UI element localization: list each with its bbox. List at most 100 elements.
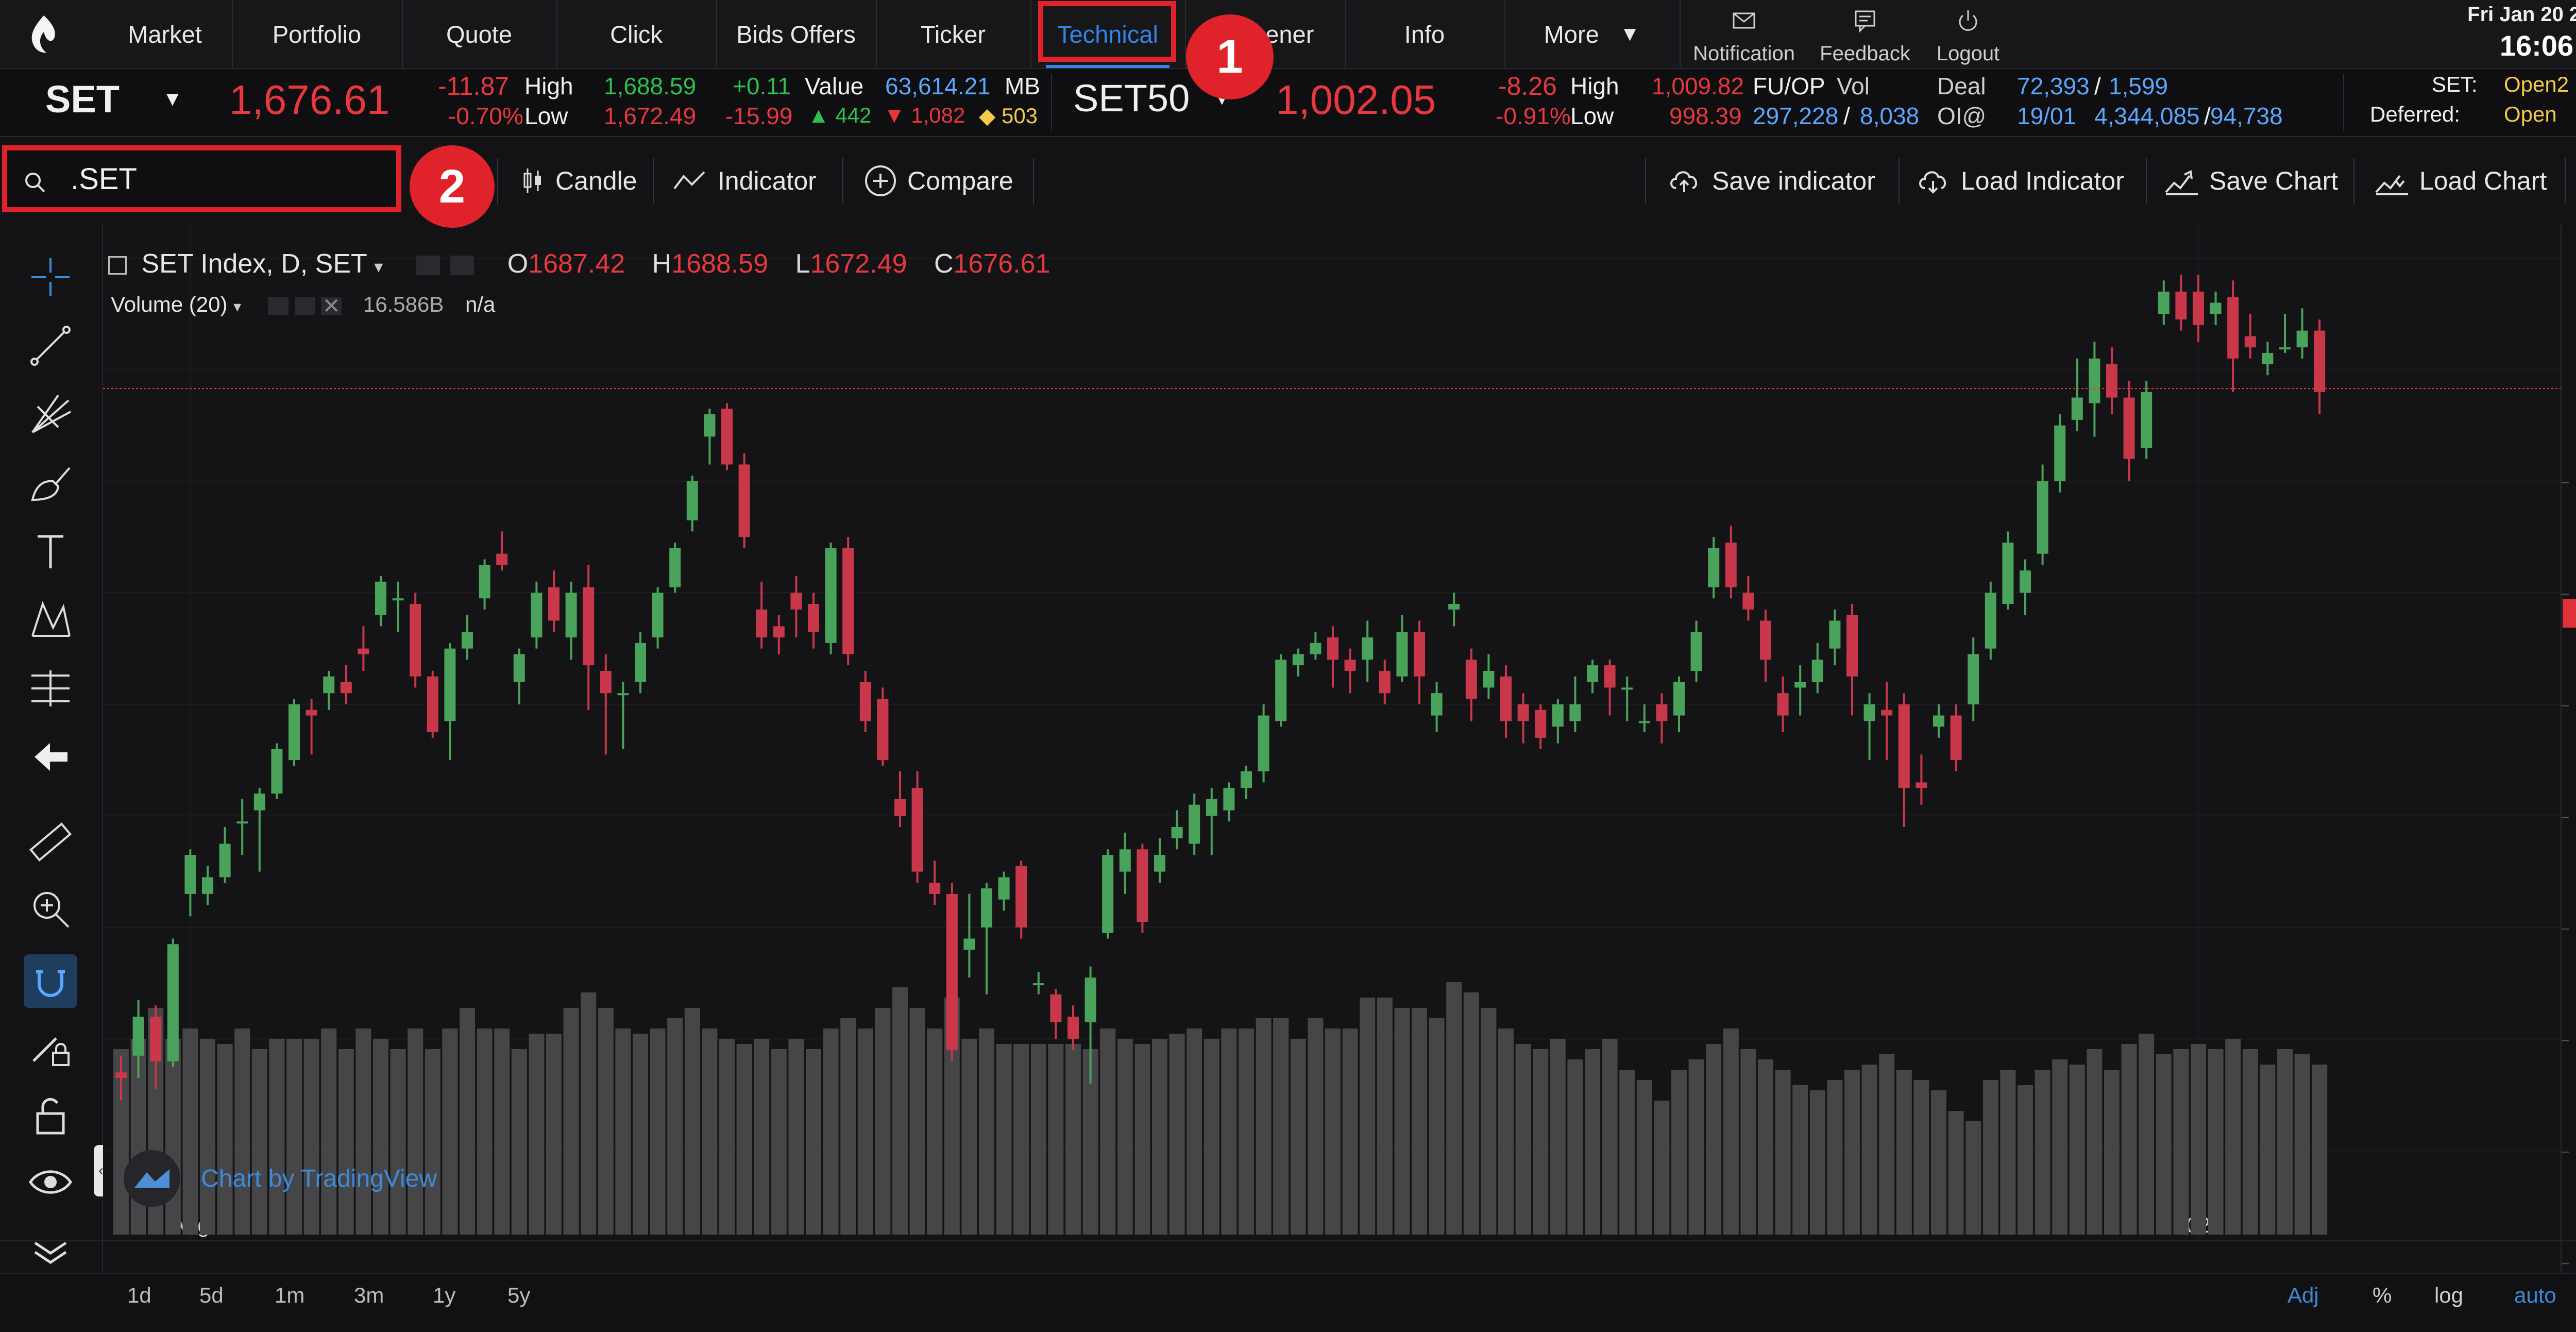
- trendline-tool[interactable]: [24, 319, 77, 373]
- fib-tool[interactable]: [24, 387, 77, 441]
- brush-tool[interactable]: [24, 456, 77, 510]
- volume-bar: [1706, 1044, 1722, 1235]
- candle-body: [184, 855, 196, 894]
- symbol-set[interactable]: SET: [45, 77, 120, 121]
- volume-bar: [1030, 1044, 1046, 1235]
- tab-click[interactable]: Click: [556, 0, 717, 68]
- eye-icon: [28, 1170, 73, 1194]
- price-chart[interactable]: Aug2023: [103, 225, 2561, 1240]
- pattern-tool[interactable]: [24, 593, 77, 647]
- tab-ticker[interactable]: Ticker: [876, 0, 1031, 68]
- auto-toggle[interactable]: auto: [2514, 1283, 2556, 1308]
- tab-market[interactable]: Market: [98, 0, 233, 68]
- text-tool[interactable]: [24, 525, 77, 578]
- set-low: 1,672.49: [604, 103, 697, 129]
- timeframe-1d[interactable]: 1d: [127, 1283, 151, 1308]
- load-chart-button[interactable]: Load Chart: [2374, 137, 2547, 225]
- tab-portfolio[interactable]: Portfolio: [232, 0, 403, 68]
- candle-body: [600, 670, 612, 694]
- save-indicator-button[interactable]: Save indicator: [1667, 137, 1875, 225]
- chart-area[interactable]: Aug2023: [103, 225, 2561, 1240]
- candle-body: [115, 1072, 127, 1078]
- tab-bids-offers[interactable]: Bids Offers: [716, 0, 877, 68]
- candle-body: [1483, 670, 1495, 688]
- volume-eye-icon[interactable]: [267, 297, 289, 315]
- volume-bar: [2191, 1044, 2206, 1235]
- indicator-button[interactable]: Indicator: [672, 137, 817, 225]
- quote-divider: [1051, 74, 1052, 131]
- volume-bar: [1809, 1090, 1825, 1235]
- tab-quote[interactable]: Quote: [402, 0, 557, 68]
- save-chart-button[interactable]: Save Chart: [2164, 137, 2338, 225]
- candle-body: [911, 788, 923, 872]
- tradingview-watermark[interactable]: Chart by TradingView: [124, 1150, 437, 1207]
- zoom-tool[interactable]: [24, 882, 77, 936]
- crosshair-tool[interactable]: [24, 250, 77, 304]
- set-change-pct: -0.70%: [448, 103, 523, 129]
- compare-button[interactable]: Compare: [863, 137, 1013, 225]
- eye-toggle-icon[interactable]: [416, 256, 440, 276]
- timeframe-3m[interactable]: 3m: [354, 1283, 384, 1308]
- candle-body: [2314, 330, 2326, 392]
- candle-body: [756, 609, 768, 637]
- settings-toggle-icon[interactable]: [450, 256, 474, 276]
- timeframe-1y[interactable]: 1y: [433, 1283, 455, 1308]
- collapse-tools[interactable]: [24, 1224, 77, 1278]
- volume-bar: [857, 1028, 873, 1235]
- visibility-tool[interactable]: [24, 1155, 77, 1209]
- load-indicator-button[interactable]: Load Indicator: [1916, 137, 2124, 225]
- symbol-set50[interactable]: SET50: [1073, 76, 1190, 120]
- lock-drawings-tool[interactable]: [24, 1021, 77, 1075]
- adj-toggle[interactable]: Adj: [2287, 1283, 2319, 1308]
- candle-body: [1690, 632, 1702, 671]
- candle-body: [686, 481, 698, 520]
- volume-bar: [1827, 1080, 1843, 1235]
- measure-tool[interactable]: [24, 662, 77, 715]
- volume-close-icon[interactable]: ✕: [321, 295, 342, 316]
- price-axis[interactable]: 1540.001560.001580.001600.001620.001640.…: [2561, 225, 2576, 1280]
- volume-bar: [2208, 1049, 2224, 1235]
- volume-bar: [1360, 998, 1376, 1235]
- series-title[interactable]: SET Index, D, SET: [141, 249, 366, 279]
- candle-body: [1241, 771, 1252, 788]
- ruler-tool[interactable]: [24, 815, 77, 869]
- volume-na: n/a: [465, 292, 496, 316]
- volume-title[interactable]: Volume (20): [111, 292, 227, 316]
- series-dropdown-icon[interactable]: ▾: [374, 257, 383, 277]
- volume-bar: [442, 1028, 458, 1235]
- app-logo[interactable]: [21, 11, 67, 58]
- deal-a: 72,393: [2017, 73, 2090, 99]
- candle-body: [1760, 620, 1771, 660]
- candle-body: [652, 593, 664, 637]
- candle-body: [565, 593, 577, 637]
- candle-body: [2158, 291, 2170, 314]
- tab-more[interactable]: More ▼: [1504, 0, 1681, 68]
- timeframe-5y[interactable]: 5y: [507, 1283, 530, 1308]
- legend-collapse-icon[interactable]: [108, 256, 127, 275]
- volume-bar: [2104, 1070, 2120, 1235]
- back-tool[interactable]: [24, 730, 77, 784]
- tab-info[interactable]: Info: [1345, 0, 1505, 68]
- volume-bar: [1931, 1090, 1946, 1235]
- volume-dropdown-icon[interactable]: ▾: [233, 298, 241, 315]
- candle-button[interactable]: Candle: [520, 137, 637, 225]
- volume-bar: [581, 992, 597, 1235]
- notification-button[interactable]: Notification: [1693, 6, 1795, 65]
- timeframe-5d[interactable]: 5d: [199, 1283, 224, 1308]
- unlock-tool[interactable]: [24, 1088, 77, 1142]
- candle-body: [219, 844, 231, 878]
- magnet-tool[interactable]: [24, 954, 77, 1008]
- annotation-badge-2: 2: [410, 145, 495, 228]
- candle-body: [635, 643, 646, 682]
- volume-bar: [1567, 1059, 1583, 1235]
- volume-bar: [615, 1028, 631, 1235]
- symbol-set-dropdown-icon[interactable]: ▼: [162, 88, 183, 111]
- timeframe-1m[interactable]: 1m: [275, 1283, 304, 1308]
- log-toggle[interactable]: log: [2434, 1283, 2463, 1308]
- feedback-button[interactable]: Feedback: [1819, 6, 1911, 65]
- percent-toggle[interactable]: %: [2372, 1283, 2392, 1308]
- set50-low-label: Low: [1570, 103, 1614, 129]
- measure-icon: [31, 670, 70, 706]
- volume-settings-icon[interactable]: [294, 297, 315, 315]
- logout-button[interactable]: Logout: [1927, 6, 2009, 65]
